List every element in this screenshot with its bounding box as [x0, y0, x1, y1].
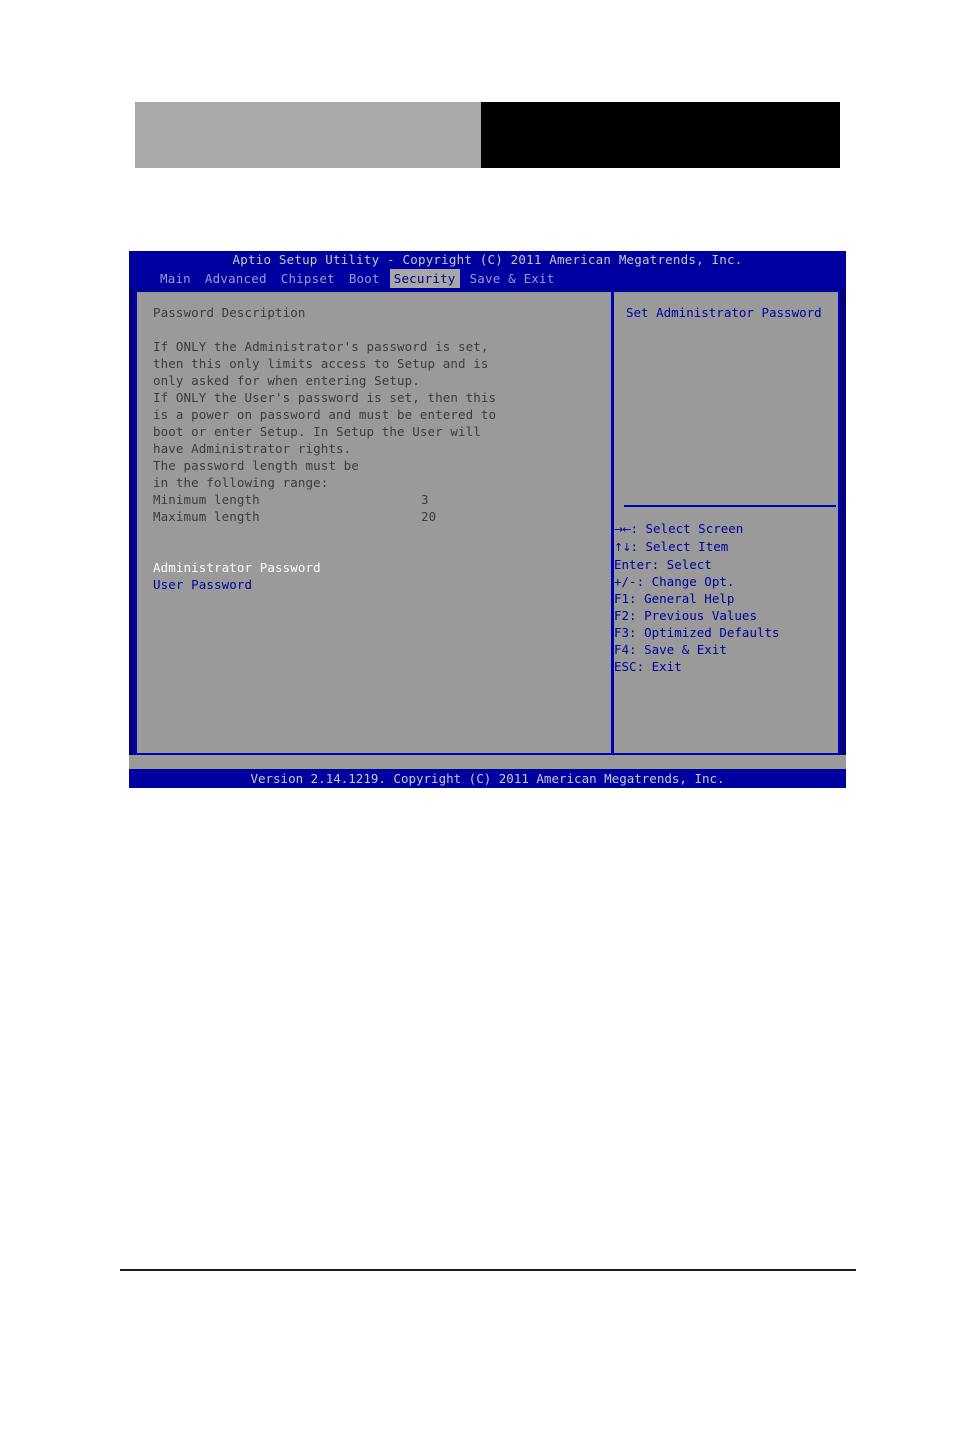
key-legend-label: F2: Previous Values — [614, 608, 757, 623]
key-legend-row: F2: Previous Values — [614, 607, 780, 624]
key-legend-row: +/-: Change Opt. — [614, 573, 780, 590]
description-line: The password length must be — [153, 458, 359, 473]
key-legend-row: ↑↓: Select Item — [614, 538, 780, 556]
password-description-text: If ONLY the Administrator's password is … — [153, 338, 611, 491]
help-text: Set Administrator Password — [626, 305, 822, 320]
length-row: Minimum length 3 — [153, 491, 611, 508]
menu-tab-save-exit[interactable]: Save & Exit — [466, 269, 559, 288]
left-panel: Password Description If ONLY the Adminis… — [137, 292, 611, 753]
page-footer-rule — [120, 1269, 856, 1271]
description-line: then this only limits access to Setup an… — [153, 356, 489, 371]
key-legend-label: F3: Optimized Defaults — [614, 625, 780, 640]
menu-tab-advanced[interactable]: Advanced — [201, 269, 271, 288]
key-legend-label: Enter: Select — [614, 557, 712, 572]
bios-content-area: Password Description If ONLY the Adminis… — [135, 290, 840, 755]
description-line: If ONLY the Administrator's password is … — [153, 339, 489, 354]
key-legend-label: : Select Item — [630, 539, 729, 554]
key-legend-label: ESC: Exit — [614, 659, 682, 674]
right-help-panel: Set Administrator Password →←: Select Sc… — [614, 292, 838, 753]
gray-placeholder-block — [135, 102, 481, 168]
password-setting-items[interactable]: Administrator Password User Password — [153, 559, 611, 593]
key-legend-label: F4: Save & Exit — [614, 642, 727, 657]
setting-item-administrator-password[interactable]: Administrator Password — [153, 559, 611, 576]
description-line: have Administrator rights. — [153, 441, 352, 456]
length-value: 3 — [421, 492, 429, 507]
bios-setup-window: Aptio Setup Utility - Copyright (C) 2011… — [129, 251, 846, 788]
key-legend-label: F1: General Help — [614, 591, 735, 606]
menu-tab-boot[interactable]: Boot — [345, 269, 384, 288]
key-legend-row: Enter: Select — [614, 556, 780, 573]
length-label: Maximum length — [153, 509, 260, 524]
menu-tab-main[interactable]: Main — [156, 269, 195, 288]
key-legend-row: →←: Select Screen — [614, 520, 780, 538]
length-label: Minimum length — [153, 492, 260, 507]
arrow-keys-icon: →← — [614, 523, 631, 536]
key-legend-row: ESC: Exit — [614, 658, 780, 675]
key-legend-row: F3: Optimized Defaults — [614, 624, 780, 641]
bios-title-bar: Aptio Setup Utility - Copyright (C) 2011… — [129, 251, 846, 269]
description-line: If ONLY the User's password is set, then… — [153, 390, 497, 405]
bios-footer-bar: Version 2.14.1219. Copyright (C) 2011 Am… — [129, 769, 846, 788]
length-value: 20 — [421, 509, 437, 524]
menu-tab-security[interactable]: Security — [389, 269, 460, 288]
setting-item-user-password[interactable]: User Password — [153, 576, 611, 593]
password-length-rows: Minimum length 3 Maximum length 20 — [153, 491, 611, 525]
key-legend-row: F1: General Help — [614, 590, 780, 607]
top-image-blocks — [135, 102, 840, 168]
black-placeholder-block — [481, 102, 840, 168]
key-legend-row: F4: Save & Exit — [614, 641, 780, 658]
length-row: Maximum length 20 — [153, 508, 611, 525]
help-separator — [624, 505, 836, 507]
arrow-keys-icon: ↑↓ — [614, 541, 631, 554]
password-description-title: Password Description — [153, 305, 306, 320]
menu-tab-chipset[interactable]: Chipset — [277, 269, 339, 288]
key-legend-label: : Select Screen — [630, 521, 744, 536]
bios-bottom-gap — [129, 755, 846, 769]
description-line: in the following range: — [153, 475, 329, 490]
description-line: is a power on password and must be enter… — [153, 407, 497, 422]
key-legend-label: +/-: Change Opt. — [614, 574, 735, 589]
key-legend: →←: Select Screen ↑↓: Select Item Enter: S… — [614, 520, 780, 675]
description-line: boot or enter Setup. In Setup the User w… — [153, 424, 481, 439]
description-line: only asked for when entering Setup. — [153, 373, 420, 388]
bios-menu-bar[interactable]: Main Advanced Chipset Boot Security Save & Ex… — [129, 269, 846, 288]
